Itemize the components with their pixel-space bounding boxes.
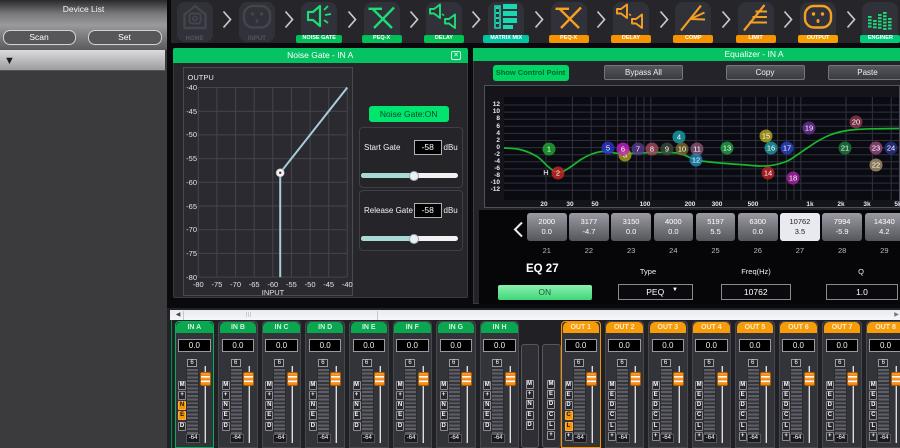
svg-text:4: 4	[677, 133, 681, 142]
svg-text:20: 20	[852, 118, 860, 127]
svg-text:9: 9	[665, 145, 669, 154]
svg-text:19: 19	[805, 124, 813, 133]
svg-text:5: 5	[606, 144, 610, 153]
svg-text:18: 18	[789, 174, 797, 183]
svg-text:17: 17	[783, 144, 791, 153]
svg-text:6: 6	[621, 145, 625, 154]
svg-text:13: 13	[723, 144, 731, 153]
svg-text:14: 14	[764, 169, 772, 178]
svg-text:15: 15	[762, 132, 770, 141]
svg-text:24: 24	[887, 144, 895, 153]
svg-text:8: 8	[650, 145, 654, 154]
svg-text:2: 2	[556, 169, 560, 178]
svg-text:11: 11	[693, 145, 701, 154]
svg-text:H: H	[543, 168, 548, 177]
svg-text:12: 12	[692, 156, 700, 165]
svg-text:7: 7	[636, 145, 640, 154]
svg-text:10: 10	[678, 145, 686, 154]
svg-text:23: 23	[872, 144, 880, 153]
svg-text:16: 16	[767, 144, 775, 153]
svg-text:21: 21	[841, 144, 849, 153]
svg-text:22: 22	[872, 161, 880, 170]
svg-text:1: 1	[547, 145, 551, 154]
